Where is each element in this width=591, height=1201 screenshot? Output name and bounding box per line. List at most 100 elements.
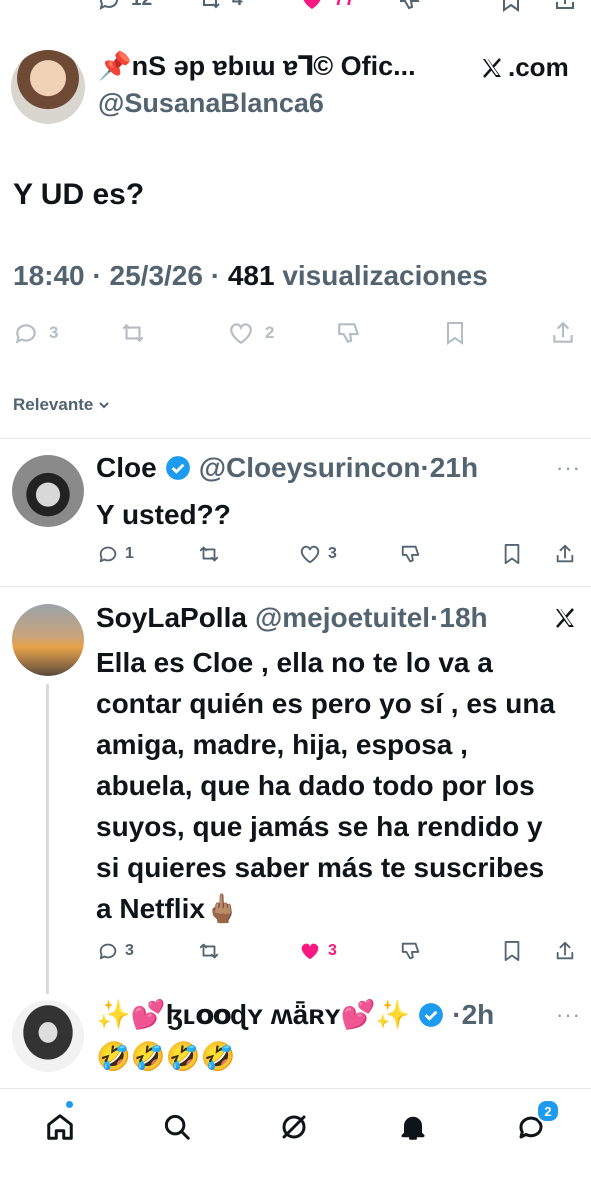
- nav-search[interactable]: [157, 1107, 197, 1147]
- tweet-actions: 3 2: [0, 320, 591, 352]
- repost-icon: [199, 546, 219, 562]
- views-count[interactable]: 481: [228, 260, 275, 291]
- like-button[interactable]: 2: [227, 320, 274, 346]
- dislike-icon: [401, 545, 420, 563]
- share-button[interactable]: [553, 0, 577, 12]
- avatar[interactable]: [12, 604, 84, 676]
- x-logo-icon: [483, 57, 501, 78]
- like-button[interactable]: 3: [298, 940, 337, 962]
- share-button[interactable]: [554, 940, 576, 962]
- share-button[interactable]: [550, 320, 576, 346]
- views-label: visualizaciones: [274, 260, 488, 291]
- like-button[interactable]: 77: [300, 0, 355, 12]
- chevron-down-icon: [99, 402, 110, 409]
- like-count: 3: [328, 942, 337, 959]
- reply-time[interactable]: ·18h: [430, 602, 488, 634]
- meta-separator: ·: [84, 260, 110, 291]
- nav-grok[interactable]: [274, 1107, 314, 1147]
- dislike-button[interactable]: [398, 0, 422, 12]
- reply-text: Y usted??: [96, 499, 231, 530]
- share-button[interactable]: [554, 543, 576, 565]
- tweet-meta: 18:40 · 25/3/26 · 481 visualizaciones: [13, 260, 488, 292]
- avatar[interactable]: [12, 455, 84, 527]
- reply-count: 3: [49, 323, 59, 342]
- share-icon: [553, 321, 573, 343]
- like-button[interactable]: 3: [298, 543, 337, 565]
- meta-separator: ·: [202, 260, 228, 291]
- reply-handle[interactable]: @Cloeysurincon: [199, 452, 421, 484]
- bookmark-icon: [447, 322, 463, 345]
- more-options-button[interactable]: ···: [556, 1002, 581, 1028]
- avatar[interactable]: [12, 1000, 84, 1072]
- reply-header: SoyLaPolla @mejoetuitel ·18h: [96, 602, 488, 634]
- repost-button[interactable]: [197, 940, 221, 962]
- tweet-time[interactable]: 18:40: [13, 260, 85, 291]
- like-count: 77: [334, 0, 355, 11]
- repost-button[interactable]: [197, 543, 221, 565]
- like-icon: [300, 545, 320, 564]
- verified-icon: [165, 456, 190, 480]
- more-options-button[interactable]: ···: [556, 455, 581, 481]
- dislike-icon: [401, 942, 420, 960]
- reply-button[interactable]: 3: [97, 940, 134, 962]
- reply-display-name[interactable]: Cloe: [96, 452, 157, 484]
- grok-icon: [282, 1115, 306, 1139]
- reply-header: ✨💕ɮʟօօɖʏ ʍǟʀʏ💕✨ ·2h: [96, 998, 494, 1031]
- repost-button[interactable]: [119, 320, 147, 346]
- reply-icon: [99, 0, 118, 10]
- avatar[interactable]: [11, 50, 85, 124]
- dislike-button[interactable]: [400, 543, 422, 565]
- reply-button[interactable]: 1: [97, 543, 134, 565]
- previous-tweet-actions: 12 4 77: [0, 0, 591, 16]
- source-label: .com: [480, 52, 569, 83]
- reply-count: 12: [131, 0, 152, 11]
- reply-header: Cloe @Cloeysurincon ·21h: [96, 452, 478, 484]
- dislike-icon: [338, 323, 360, 343]
- reply-display-name[interactable]: ✨💕ɮʟօօɖʏ ʍǟʀʏ💕✨: [96, 998, 410, 1031]
- reply-button[interactable]: 3: [13, 320, 58, 346]
- bookmark-button[interactable]: [444, 320, 466, 346]
- divider: [0, 586, 591, 587]
- notification-dot: [66, 1101, 73, 1108]
- bottom-navigation: 2: [0, 1088, 591, 1201]
- bookmark-button[interactable]: [502, 940, 522, 962]
- search-icon: [164, 1114, 190, 1140]
- author-handle[interactable]: @SusanaBlanca6: [98, 88, 324, 119]
- repost-icon: [122, 323, 144, 343]
- reply-time[interactable]: ·21h: [420, 452, 478, 484]
- sort-label: Relevante: [13, 395, 94, 414]
- like-icon: [301, 943, 319, 960]
- bell-icon: [401, 1116, 425, 1140]
- divider: [0, 438, 591, 439]
- dislike-button[interactable]: [400, 940, 422, 962]
- reply-icon: [15, 324, 36, 344]
- repost-icon: [199, 943, 219, 959]
- reply-handle[interactable]: @mejoetuitel: [255, 602, 430, 634]
- bookmark-button[interactable]: [500, 0, 522, 12]
- reply-text: 🤣🤣🤣🤣: [96, 1041, 236, 1072]
- nav-notifications[interactable]: [393, 1107, 433, 1147]
- dislike-button[interactable]: [336, 320, 362, 346]
- author-display-name[interactable]: 📌nS ǝp ɐbıɯ ɐ⅂© Ofic...: [98, 50, 468, 82]
- repost-button[interactable]: 4: [198, 0, 243, 12]
- reply-display-name[interactable]: SoyLaPolla: [96, 602, 247, 634]
- reply-icon: [99, 546, 117, 563]
- home-icon: [47, 1114, 73, 1140]
- repost-count: 4: [232, 0, 243, 11]
- reply-button[interactable]: 12: [97, 0, 152, 12]
- reply-actions: 3 3: [0, 940, 591, 970]
- reply-icon: [99, 943, 117, 960]
- source-text: .com: [508, 52, 569, 82]
- reply-text: Ella es Cloe , ella no te lo va a contar…: [96, 647, 556, 924]
- bookmark-icon: [504, 941, 520, 961]
- like-count: 3: [328, 545, 337, 562]
- nav-home[interactable]: [40, 1107, 80, 1147]
- sort-dropdown[interactable]: Relevante: [13, 395, 111, 415]
- bookmark-button[interactable]: [502, 543, 522, 565]
- tweet-date[interactable]: 25/3/26: [110, 260, 203, 291]
- repost-icon: [203, 0, 220, 9]
- like-icon: [303, 0, 321, 9]
- share-icon: [556, 941, 574, 960]
- reply-time[interactable]: ·2h: [452, 999, 494, 1031]
- bookmark-icon: [504, 544, 520, 564]
